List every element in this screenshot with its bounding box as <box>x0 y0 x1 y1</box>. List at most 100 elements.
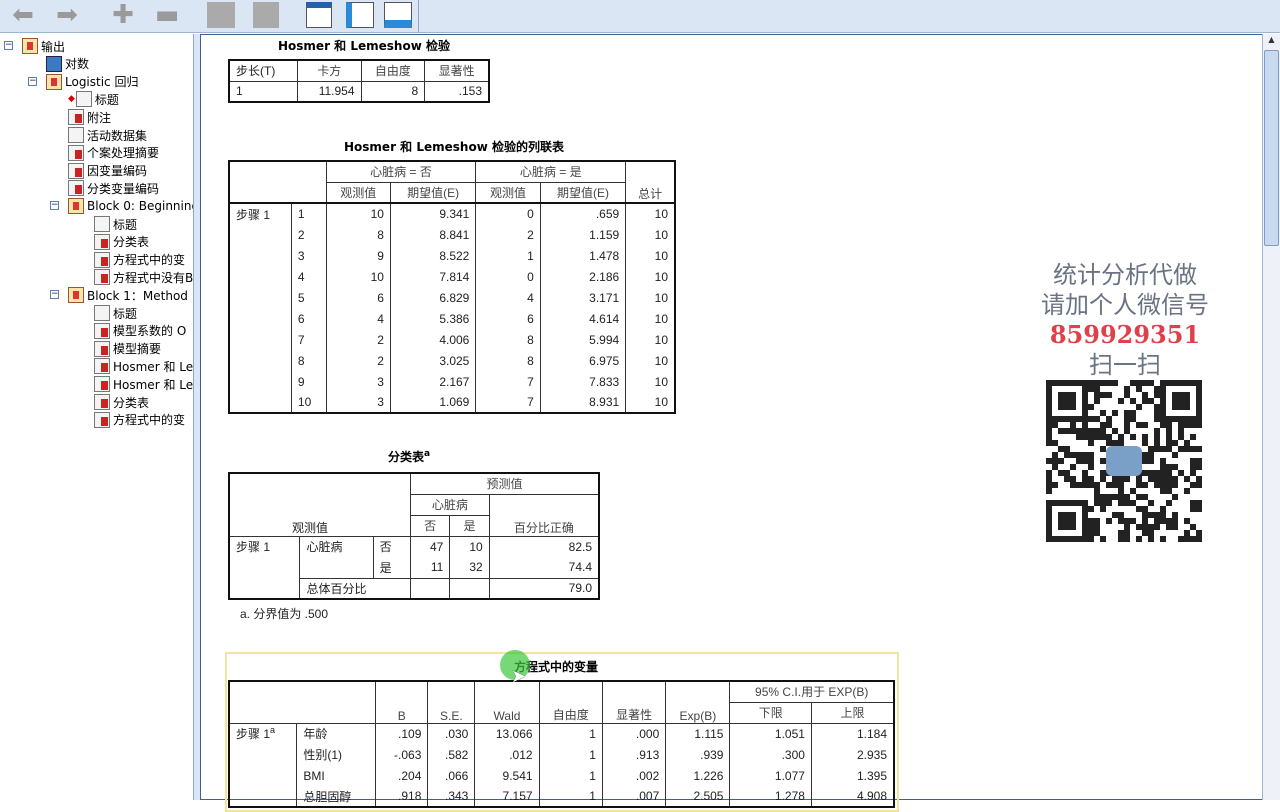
collapse-icon[interactable]: ▬ <box>152 0 182 30</box>
tree-item[interactable]: 模型摘要 <box>94 340 161 358</box>
doc-icon <box>68 127 84 143</box>
table-cell: 13.066 <box>474 723 540 744</box>
tree-item-label: Logistic 回归 <box>65 75 139 90</box>
table-cell: 7.833 <box>539 371 627 392</box>
forward-icon[interactable]: ➡ <box>52 0 82 30</box>
hl-test-table: 步长(T) 卡方 自由度 显著性 1 11.954 8.153 <box>228 59 490 103</box>
tree-item[interactable]: 对数 <box>46 55 89 73</box>
table-cell: 3 <box>325 371 391 392</box>
table-cell: 2.167 <box>389 371 477 392</box>
book-icon <box>22 38 38 54</box>
outline-pane: 输出 − 对数 Logistic 回归 − ◆ 标题 附注 活动数据集 个案处理摘要 因变量编码 分类… <box>0 34 194 800</box>
table-cell: .343 <box>427 786 476 807</box>
tree-item-label: 模型系数的 O <box>113 324 187 339</box>
table-cell <box>449 577 490 600</box>
table-cell: 1 <box>228 80 299 103</box>
table-cell: 年龄 <box>296 723 377 744</box>
table-cell <box>228 680 377 724</box>
table-cell <box>228 392 292 414</box>
table-cell: 百分比正确 <box>488 493 600 537</box>
tree-item[interactable]: 分类表 <box>94 393 149 411</box>
collapse-toggle-icon[interactable]: − <box>4 41 13 50</box>
table-cell: 心脏病 <box>299 536 374 557</box>
tree-item[interactable]: 方程式中的变 <box>94 251 185 269</box>
scroll-up-icon[interactable]: ▲ <box>1264 35 1279 49</box>
table-cell <box>228 266 292 287</box>
tbl-icon <box>94 394 110 410</box>
table-cell: 步骤 1a <box>228 723 298 744</box>
tree-item-label: 分类表 <box>113 235 150 250</box>
table-cell: 3 <box>325 392 391 413</box>
table-cell: 10 <box>449 536 490 557</box>
tree-item[interactable]: 分类变量编码 <box>68 179 159 197</box>
expand-icon[interactable]: ✚ <box>108 0 138 30</box>
table-cell: 下限 <box>729 701 812 724</box>
table-cell: 自由度 <box>538 680 603 724</box>
table-cell: 8 <box>325 224 391 245</box>
book-icon <box>46 73 62 90</box>
table-row: 9 3 2.167 7 7.833 10 <box>228 371 676 392</box>
table-row: 步长(T) 卡方 自由度 显著性 <box>228 59 490 82</box>
tbl-icon <box>94 233 110 250</box>
tree-item[interactable]: 输出 <box>22 37 65 55</box>
table-cell: 10 <box>325 266 391 287</box>
tree-item-label: 对数 <box>65 57 90 72</box>
insert-heading-icon[interactable] <box>304 0 334 30</box>
tree-item[interactable]: Hosmer 和 Le <box>94 357 193 375</box>
tree-item[interactable]: 活动数据集 <box>68 126 147 144</box>
tree-item[interactable]: 因变量编码 <box>68 162 147 180</box>
hl-contingency-title: Hosmer 和 Lemeshow 检验的列联表 <box>344 140 564 154</box>
collapse-toggle-icon[interactable]: − <box>50 290 59 300</box>
table-cell: 8 <box>290 350 327 371</box>
var-label: 心脏病 <box>306 540 343 555</box>
tbl-icon <box>94 340 110 357</box>
tree-item[interactable]: Block 0: Beginning <box>68 197 194 215</box>
tree-item[interactable]: Hosmer 和 Le <box>94 375 193 393</box>
collapse-toggle-icon[interactable]: − <box>28 76 37 86</box>
vertical-scrollbar[interactable]: ▲ <box>1262 34 1280 800</box>
watermark-line1: 统计分析代做 <box>1053 261 1197 289</box>
table-cell: 否 <box>409 514 451 537</box>
table-row: 是 11 32 74.4 <box>228 557 600 578</box>
table-cell <box>228 744 298 765</box>
tree-item[interactable]: 分类表 <box>94 233 149 251</box>
tree-item-label: 方程式中的变 <box>113 253 186 268</box>
table-row: 4 10 7.814 0 2.186 10 <box>228 266 676 287</box>
tree-item[interactable]: Block 1：Method = <box>68 286 193 304</box>
tree-item[interactable]: 标题 <box>94 215 137 233</box>
table-row: 7 2 4.006 8 5.994 10 <box>228 329 676 350</box>
table-cell: 1.115 <box>665 723 731 744</box>
demote-icon[interactable] <box>382 0 414 30</box>
table-cell: 步长(T) <box>228 59 299 82</box>
table-cell: 8 <box>475 350 541 371</box>
title-icon <box>75 91 92 108</box>
hide-icon[interactable] <box>252 0 280 30</box>
tree-item[interactable]: 方程式中的变 <box>94 411 185 429</box>
tree-item[interactable]: 附注 <box>68 108 111 126</box>
tree-item-label: Block 0: Beginning <box>87 199 194 214</box>
tree-item[interactable]: 个案处理摘要 <box>68 144 159 162</box>
scrollbar-thumb[interactable] <box>1264 50 1279 246</box>
table-cell: 1.184 <box>810 723 895 744</box>
tree-item-label: Hosmer 和 Le <box>113 359 194 374</box>
promote-icon[interactable] <box>344 0 376 30</box>
table-cell: .300 <box>729 744 812 765</box>
table-cell: 5 <box>290 287 327 308</box>
tree-item[interactable]: Logistic 回归 <box>46 73 138 91</box>
tree-item[interactable]: ◆ 标题 <box>68 90 119 108</box>
tree-item[interactable]: 标题 <box>94 304 137 322</box>
table-cell: .066 <box>427 765 476 786</box>
table-cell: 6.975 <box>539 350 627 371</box>
table-cell: 1.069 <box>389 392 477 413</box>
collapse-toggle-icon[interactable]: − <box>50 201 59 211</box>
classification-table: 观测值 预测值 心脏病 百分比正确否是步骤 1 心脏病否 47 10 82.5 是 11 32 74.… <box>228 472 600 600</box>
tbl-icon <box>68 109 84 126</box>
table-cell: 7 <box>290 329 327 350</box>
tree-item[interactable]: 模型系数的 O <box>94 322 186 340</box>
table-cell: 95% C.I.用于 EXP(B) <box>729 680 895 703</box>
show-icon[interactable] <box>206 0 236 30</box>
tree-item[interactable]: 方程式中没有B <box>94 268 193 286</box>
back-icon[interactable]: ⬅ <box>8 0 38 30</box>
table-cell: 4.614 <box>539 308 627 329</box>
table-cell: 1.051 <box>729 723 812 744</box>
